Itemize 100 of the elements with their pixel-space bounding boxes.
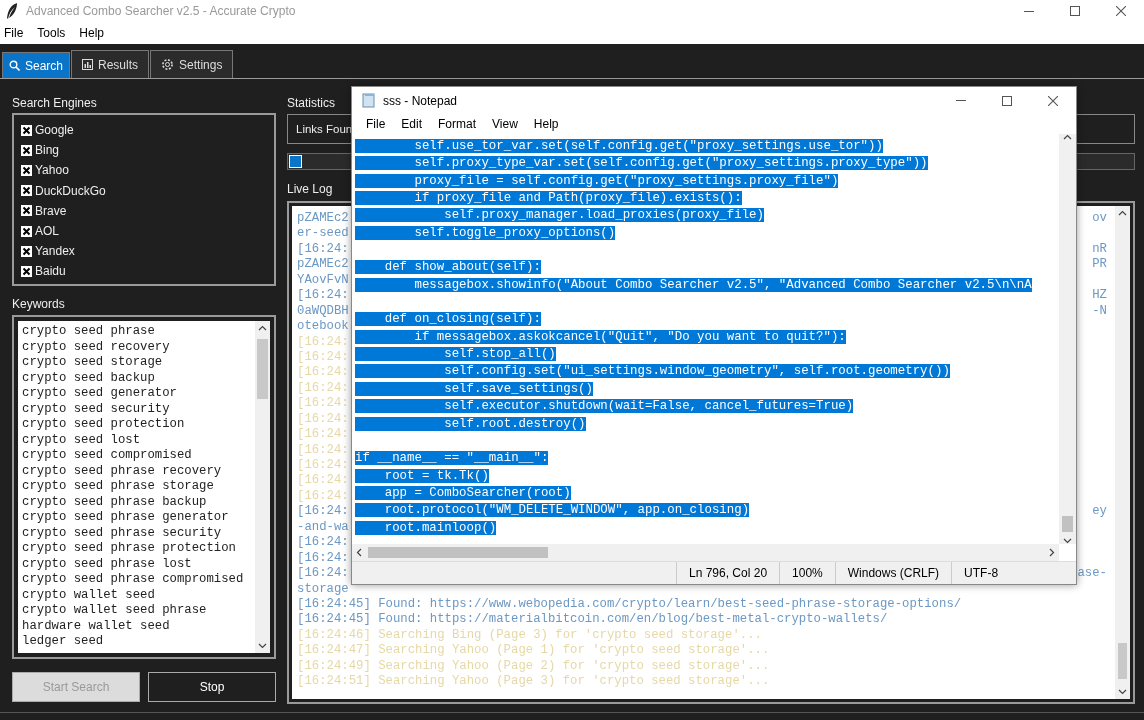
- checkbox-item[interactable]: Yandex: [21, 241, 75, 262]
- tab[interactable]: Results: [71, 50, 150, 78]
- checkbox-item[interactable]: AOL: [21, 220, 59, 242]
- menu-item[interactable]: Tools: [33, 26, 70, 40]
- scrollbar-thumb[interactable]: [1118, 643, 1127, 679]
- log-line: [16:24:: [297, 442, 349, 458]
- log-line: er-seed: [297, 226, 349, 242]
- checkbox-item[interactable]: DuckDuckGo: [21, 180, 106, 201]
- status-text: 100%: [779, 562, 835, 584]
- maximize-icon[interactable]: [1070, 6, 1080, 16]
- log-line: -N: [1092, 303, 1107, 320]
- settings-icon: [161, 58, 175, 71]
- keyword-line: crypto seed compromised: [22, 448, 193, 464]
- keyword-line: crypto seed phrase compromised: [22, 572, 245, 588]
- checkbox[interactable]: [21, 205, 32, 217]
- section-label: Statistics: [287, 95, 335, 112]
- log-line: [16:24:: [297, 535, 349, 551]
- menu-item[interactable]: Help: [525, 117, 567, 131]
- maximize-icon[interactable]: [1002, 95, 1012, 106]
- keyword-line: crypto wallet seed phrase: [22, 603, 208, 619]
- keyword-line: crypto wallet seed: [22, 587, 156, 603]
- log-line: [16:24:: [297, 427, 349, 443]
- log-line: [16:24:: [297, 241, 349, 258]
- scrollbar-thumb[interactable]: [368, 547, 548, 558]
- menu-item[interactable]: File: [358, 117, 394, 131]
- scrollbar-thumb[interactable]: [1062, 516, 1073, 532]
- checkbox[interactable]: [21, 164, 32, 176]
- log-line: [16:24:: [297, 365, 349, 381]
- scroll-up-icon[interactable]: [1063, 134, 1072, 140]
- scroll-down-icon[interactable]: [1063, 538, 1072, 544]
- log-line: [16:24:: [297, 566, 349, 582]
- section-label: Keywords: [12, 296, 65, 313]
- notepad-icon: [362, 93, 376, 108]
- log-line: [16:24:47] Searching Yahoo (Page 1) for 'crypto seed storage'...: [297, 643, 770, 659]
- log-line: [16:24:: [297, 288, 349, 304]
- tab[interactable]: Search: [2, 52, 71, 78]
- checkbox-item[interactable]: Yahoo: [21, 160, 69, 181]
- checkbox[interactable]: [21, 245, 32, 257]
- close-icon[interactable]: [1048, 95, 1058, 106]
- checkbox[interactable]: [21, 144, 32, 156]
- checkbox[interactable]: [21, 185, 32, 197]
- log-line: ey: [1092, 504, 1107, 520]
- scroll-up-icon[interactable]: [258, 325, 267, 331]
- checkbox[interactable]: [21, 225, 32, 237]
- keyword-line: crypto seed protection: [22, 417, 186, 433]
- scroll-left-icon[interactable]: [356, 548, 362, 557]
- menu-item[interactable]: View: [484, 117, 526, 131]
- log-line: [16:24:: [297, 396, 349, 412]
- log-line: [16:24:46] Searching Bing (Page 3) for 'crypto seed storage'...: [297, 627, 762, 644]
- log-line: PR: [1092, 257, 1107, 273]
- log-line: [16:24:: [297, 411, 349, 428]
- keyword-line: crypto seed phrase protection: [22, 541, 237, 557]
- menu-item[interactable]: Help: [75, 26, 109, 40]
- menu-item[interactable]: Format: [430, 117, 485, 131]
- log-line: pZAMEc2: [297, 211, 349, 227]
- bar-chart-icon: [82, 59, 94, 70]
- feather-icon: [6, 3, 18, 19]
- log-line: 0aWQDBH: [297, 303, 349, 320]
- stop-button[interactable]: Stop: [148, 672, 276, 702]
- status-text: Windows (CRLF): [834, 562, 952, 584]
- checkbox-item[interactable]: Brave: [21, 200, 67, 221]
- keyword-line: hardware wallet seed: [22, 618, 171, 634]
- window-title: Advanced Combo Searcher v2.5 - Accurate Crypto: [26, 4, 297, 18]
- log-line: [16:24:: [297, 458, 349, 474]
- close-icon[interactable]: [1116, 6, 1126, 16]
- checkbox[interactable]: [21, 265, 32, 277]
- log-line: pZAMEc2: [297, 257, 349, 273]
- window-title: sss - Notepad: [383, 93, 459, 108]
- log-line: otebook: [297, 319, 349, 335]
- log-line: [16:24:: [297, 473, 349, 489]
- checkbox[interactable]: [21, 124, 32, 136]
- log-line: [16:24:: [297, 504, 349, 520]
- section-label: Live Log: [287, 181, 333, 198]
- checkbox-item[interactable]: Baidu: [21, 261, 66, 282]
- keyword-line: crypto seed phrase: [22, 324, 156, 340]
- stat-text: Links Foun: [296, 123, 353, 135]
- scroll-up-icon[interactable]: [1118, 210, 1127, 216]
- log-line: [16:24:: [297, 334, 349, 350]
- minimize-icon[interactable]: [1024, 10, 1034, 12]
- checkbox-item[interactable]: Google: [21, 120, 74, 141]
- scroll-down-icon[interactable]: [258, 643, 267, 649]
- menu-item[interactable]: Edit: [393, 117, 431, 131]
- log-line: ase-: [1077, 566, 1107, 582]
- keyword-line: crypto seed phrase recovery: [22, 463, 223, 479]
- scroll-right-icon[interactable]: [1049, 548, 1055, 557]
- log-line: HZ: [1092, 288, 1107, 304]
- log-line: -and-wa: [297, 519, 349, 536]
- keyword-line: crypto seed generator: [22, 386, 178, 402]
- keyword-line: crypto seed phrase storage: [22, 479, 215, 495]
- log-line: storage: [297, 581, 349, 597]
- log-line: [16:24:45] Found: https://materialbitcoin.com/en/blog/best-metal-crypto-wallets/: [297, 612, 888, 628]
- log-line: [16:24:45] Found: https://www.webopedia.com/crypto/learn/best-seed-phrase-storage-options/: [297, 596, 962, 613]
- keywords-field[interactable]: [18, 321, 270, 653]
- menu-item[interactable]: File: [0, 26, 28, 40]
- tab[interactable]: Settings: [150, 50, 234, 78]
- scrollbar-thumb[interactable]: [257, 339, 268, 399]
- scroll-down-icon[interactable]: [1118, 689, 1127, 695]
- log-line: YAovFvN: [297, 272, 349, 289]
- checkbox-item[interactable]: Bing: [21, 140, 60, 161]
- keyword-line: crypto seed phrase security: [22, 525, 223, 541]
